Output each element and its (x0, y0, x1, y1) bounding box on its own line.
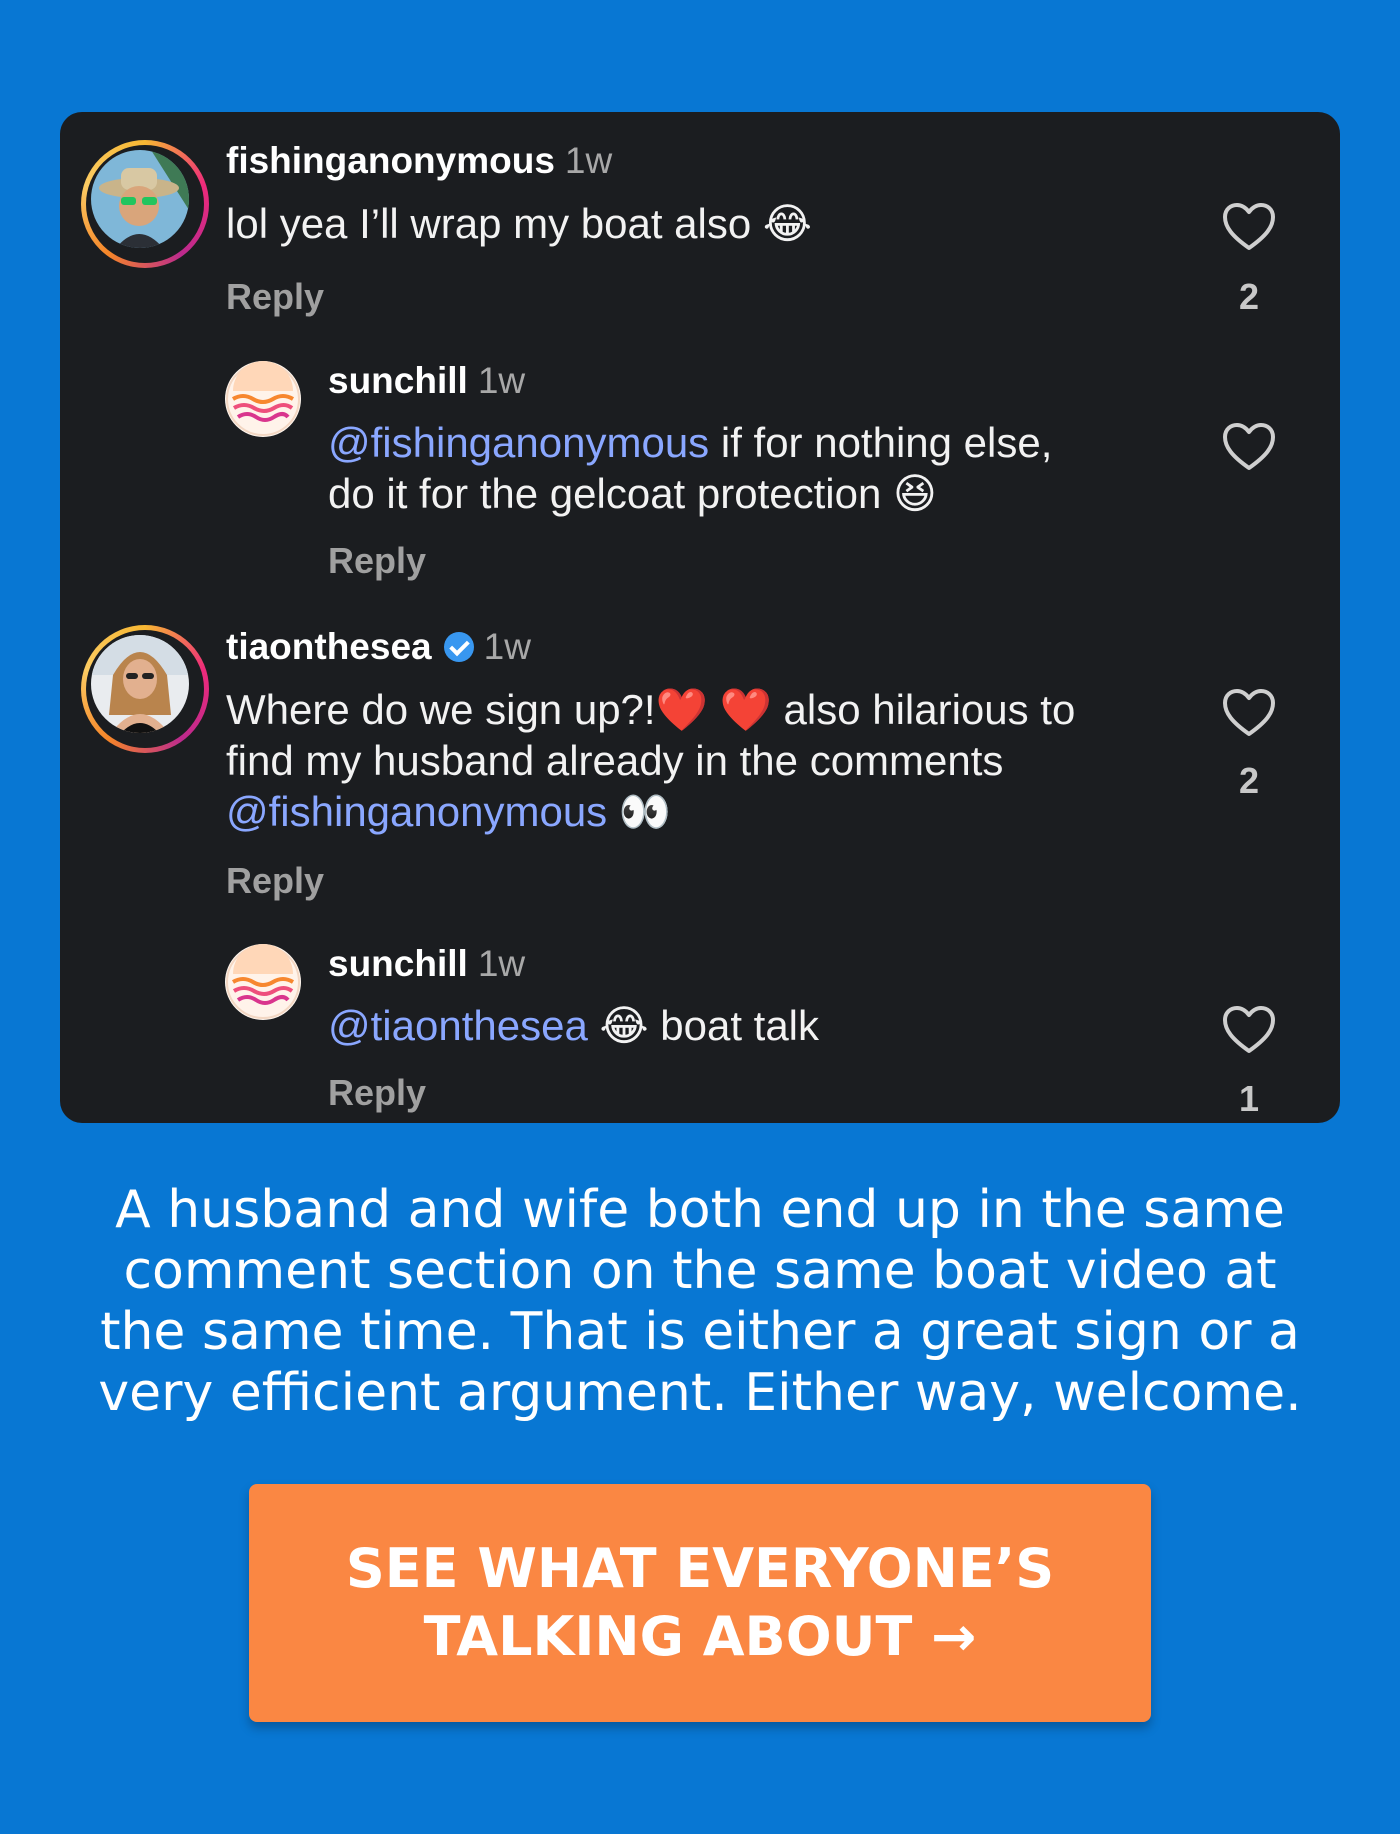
mention-link[interactable]: @fishinganonymous (328, 419, 709, 466)
reply-button[interactable]: Reply (328, 540, 426, 582)
comment-text-line2: find my husband already in the comments (226, 737, 1004, 784)
heart-icon[interactable] (1222, 202, 1276, 252)
comment-text: if for nothing else, (709, 419, 1053, 466)
like-count: 2 (1238, 276, 1260, 317)
comments-card: fishinganonymous 1w lol yea I’ll wrap my … (60, 112, 1340, 1123)
see-what-everyone-talking-about-button[interactable]: SEE WHAT EVERYONE’S TALKING ABOUT → (249, 1484, 1151, 1722)
avatar-photo (91, 150, 189, 248)
avatar-photo (91, 635, 189, 733)
like-count: 1 (1238, 1078, 1260, 1119)
comment-text-line1: Where do we sign up?!❤️ ❤️ also hilariou… (226, 686, 1076, 733)
heart-icon[interactable] (1222, 422, 1276, 472)
comment-text-line3: 👀 (607, 788, 672, 835)
comment-text-line2: do it for the gelcoat protection 😆 (328, 470, 937, 517)
timestamp: 1w (477, 943, 526, 984)
username[interactable]: sunchill (328, 360, 468, 401)
mention-link[interactable]: @fishinganonymous (226, 788, 607, 835)
username[interactable]: fishinganonymous (226, 140, 555, 181)
timestamp: 1w (564, 140, 613, 181)
verified-badge-icon (443, 632, 474, 662)
timestamp: 1w (477, 360, 526, 401)
caption-text: A husband and wife both end up in the sa… (98, 1180, 1302, 1423)
timestamp: 1w (483, 626, 531, 667)
cta-label: SEE WHAT EVERYONE’S TALKING ABOUT → (345, 1537, 1055, 1668)
comment-text: lol yea I’ll wrap my boat also 😂 (226, 200, 812, 247)
reply-button[interactable]: Reply (226, 860, 324, 902)
reply-button[interactable]: Reply (226, 276, 324, 318)
avatar[interactable] (225, 361, 301, 437)
avatar[interactable] (225, 944, 301, 1020)
heart-icon[interactable] (1222, 688, 1276, 738)
comment-text: 😂 boat talk (587, 1002, 820, 1049)
mention-link[interactable]: @tiaonthesea (328, 1002, 588, 1049)
heart-icon[interactable] (1222, 1005, 1276, 1055)
username[interactable]: sunchill (328, 943, 468, 984)
avatar[interactable] (81, 625, 209, 753)
username[interactable]: tiaonthesea (226, 626, 432, 667)
reply-button[interactable]: Reply (328, 1072, 426, 1114)
avatar[interactable] (81, 140, 209, 268)
like-count: 2 (1238, 760, 1260, 801)
